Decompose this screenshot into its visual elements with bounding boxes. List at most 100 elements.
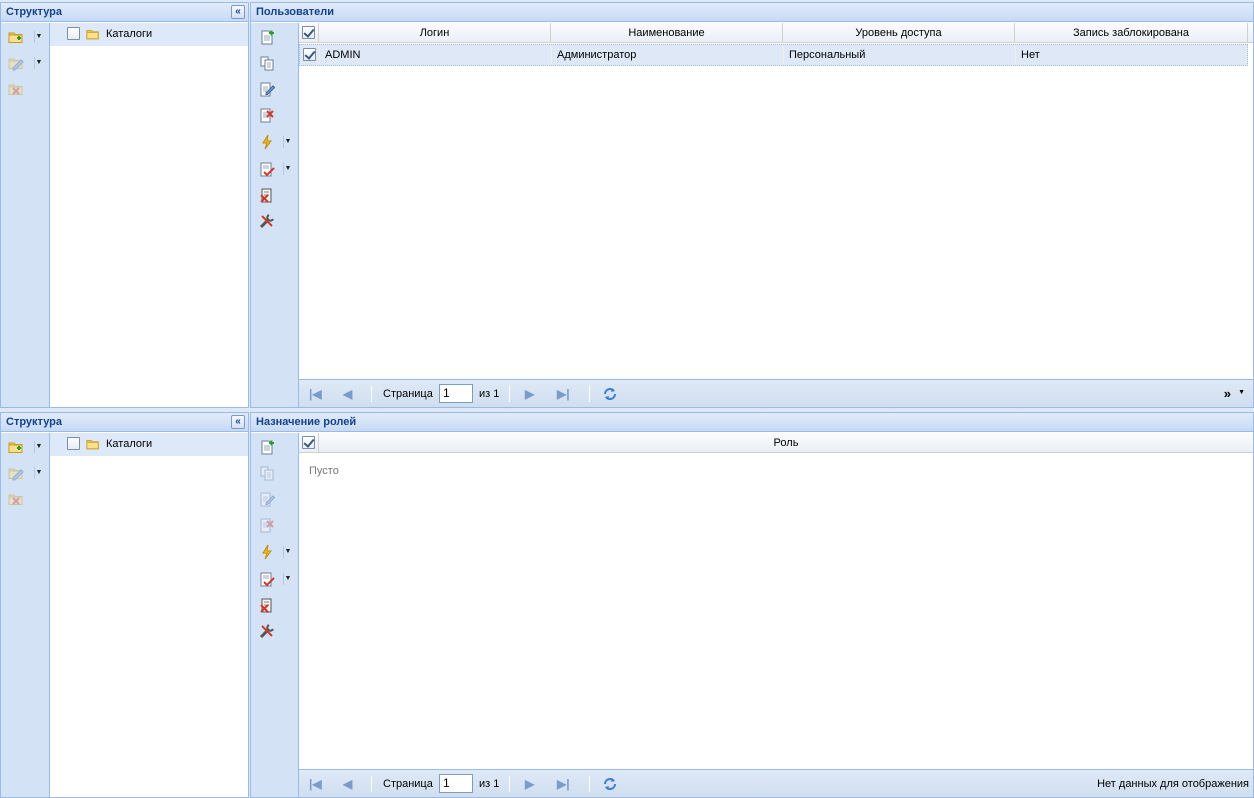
cell-blocked: Нет — [1016, 45, 1247, 65]
first-page-button[interactable]: |◀ — [309, 387, 322, 401]
checklist-button[interactable] — [258, 570, 276, 588]
tools-button[interactable] — [258, 622, 276, 640]
delete-folder-button[interactable] — [7, 490, 25, 508]
delete-folder-button[interactable] — [7, 80, 25, 98]
refresh-icon[interactable] — [602, 386, 618, 402]
checklist-menu-arrow[interactable]: ▼ — [283, 573, 292, 585]
cell-login: ADMIN — [320, 45, 552, 65]
select-all-checkbox[interactable] — [302, 436, 315, 449]
column-header-blocked[interactable]: Запись заблокирована — [1015, 23, 1248, 43]
empty-grid-text: Пусто — [309, 465, 339, 477]
edit-folder-menu-arrow[interactable]: ▼ — [34, 57, 43, 69]
tree-node-checkbox[interactable] — [67, 27, 80, 40]
roles-panel-header: Назначение ролей — [251, 413, 1253, 432]
overflow-arrow-icon[interactable]: ▼ — [1238, 389, 1245, 396]
add-folder-button[interactable] — [7, 28, 25, 46]
folder-delete-icon — [8, 491, 24, 507]
edit-role-button[interactable] — [258, 490, 276, 508]
panel-title: Структура — [6, 416, 62, 428]
tree-node-label: Каталоги — [106, 438, 153, 450]
prev-page-button[interactable]: ◀ — [343, 777, 352, 791]
edit-icon — [259, 491, 275, 507]
next-page-button[interactable]: ▶ — [525, 777, 534, 791]
checklist-button[interactable] — [258, 160, 276, 178]
grid-header: Логин Наименование Уровень доступа Запис… — [299, 23, 1253, 43]
edit-folder-menu-arrow[interactable]: ▼ — [34, 467, 43, 479]
tools-icon — [259, 623, 275, 639]
last-page-button[interactable]: ▶| — [557, 387, 570, 401]
structure-toolbar: ▼ ▼ — [1, 23, 50, 407]
checklist-menu-arrow[interactable]: ▼ — [283, 163, 292, 175]
delete-icon — [259, 517, 275, 533]
add-folder-button[interactable] — [7, 438, 25, 456]
collapse-button[interactable]: « — [231, 415, 245, 429]
column-header-login[interactable]: Логин — [319, 23, 551, 43]
edit-folder-button[interactable] — [7, 54, 25, 72]
delete-role-button[interactable] — [258, 516, 276, 534]
separator — [589, 386, 590, 402]
row-select-cell[interactable] — [300, 45, 320, 65]
select-all-checkbox[interactable] — [302, 26, 315, 39]
tree-node-catalogs[interactable]: Каталоги — [50, 23, 248, 46]
collapse-button[interactable]: « — [231, 5, 245, 19]
actions-menu-arrow[interactable]: ▼ — [283, 136, 292, 148]
folder-add-icon — [8, 439, 24, 455]
edit-icon — [259, 81, 275, 97]
page-number-input[interactable]: 1 — [439, 774, 473, 793]
cell-access: Персональный — [784, 45, 1016, 65]
last-page-button[interactable]: ▶| — [557, 777, 570, 791]
actions-button[interactable] — [258, 133, 276, 151]
add-folder-menu-arrow[interactable]: ▼ — [34, 31, 43, 43]
add-record-icon — [259, 439, 275, 455]
tree-node-catalogs[interactable]: Каталоги — [50, 433, 248, 456]
edit-user-button[interactable] — [258, 80, 276, 98]
lightning-icon — [259, 134, 275, 150]
table-row[interactable]: ADMIN Администратор Персональный Нет — [299, 44, 1248, 66]
add-folder-menu-arrow[interactable]: ▼ — [34, 441, 43, 453]
folder-edit-icon — [8, 465, 24, 481]
separator — [509, 776, 510, 792]
folder-delete-icon — [8, 81, 24, 97]
edit-folder-button[interactable] — [7, 464, 25, 482]
column-header-access[interactable]: Уровень доступа — [783, 23, 1015, 43]
users-panel-header: Пользователи — [251, 3, 1253, 22]
add-role-button[interactable] — [258, 438, 276, 456]
grid-header: Роль — [299, 433, 1253, 453]
tree-node-label: Каталоги — [106, 28, 153, 40]
copy-role-button[interactable] — [258, 464, 276, 482]
prev-page-button[interactable]: ◀ — [343, 387, 352, 401]
roles-toolbar: ▼ ▼ — [251, 433, 299, 797]
actions-button[interactable] — [258, 543, 276, 561]
delete-user-button[interactable] — [258, 106, 276, 124]
page-count-label: из 1 — [479, 388, 500, 400]
first-page-button[interactable]: |◀ — [309, 777, 322, 791]
next-page-button[interactable]: ▶ — [525, 387, 534, 401]
page-label: Страница — [383, 388, 433, 400]
clear-icon — [259, 187, 275, 203]
select-all-column[interactable] — [299, 433, 319, 453]
select-all-column[interactable] — [299, 23, 319, 43]
roles-panel: Назначение ролей ▼ ▼ Роль Пусто |◀ ◀ Стр… — [250, 412, 1254, 798]
tools-button[interactable] — [258, 212, 276, 230]
column-header-name[interactable]: Наименование — [551, 23, 783, 43]
overflow-menu-button[interactable]: » — [1224, 386, 1231, 401]
clear-button[interactable] — [258, 186, 276, 204]
pager-status-text: Нет данных для отображения — [1097, 778, 1249, 790]
add-user-button[interactable] — [258, 28, 276, 46]
refresh-icon[interactable] — [602, 776, 618, 792]
clear-icon — [259, 597, 275, 613]
panel-title: Структура — [6, 6, 62, 18]
tree-node-checkbox[interactable] — [67, 437, 80, 450]
clear-button[interactable] — [258, 596, 276, 614]
row-checkbox[interactable] — [303, 48, 316, 61]
separator — [371, 776, 372, 792]
structure-panel-header: Структура « — [1, 3, 248, 22]
column-header-role[interactable]: Роль — [319, 433, 1253, 453]
separator — [371, 386, 372, 402]
structure-panel-header: Структура « — [1, 413, 248, 432]
actions-menu-arrow[interactable]: ▼ — [283, 546, 292, 558]
copy-icon — [259, 465, 275, 481]
copy-user-button[interactable] — [258, 54, 276, 72]
folder-icon — [85, 437, 101, 451]
page-number-input[interactable]: 1 — [439, 384, 473, 403]
